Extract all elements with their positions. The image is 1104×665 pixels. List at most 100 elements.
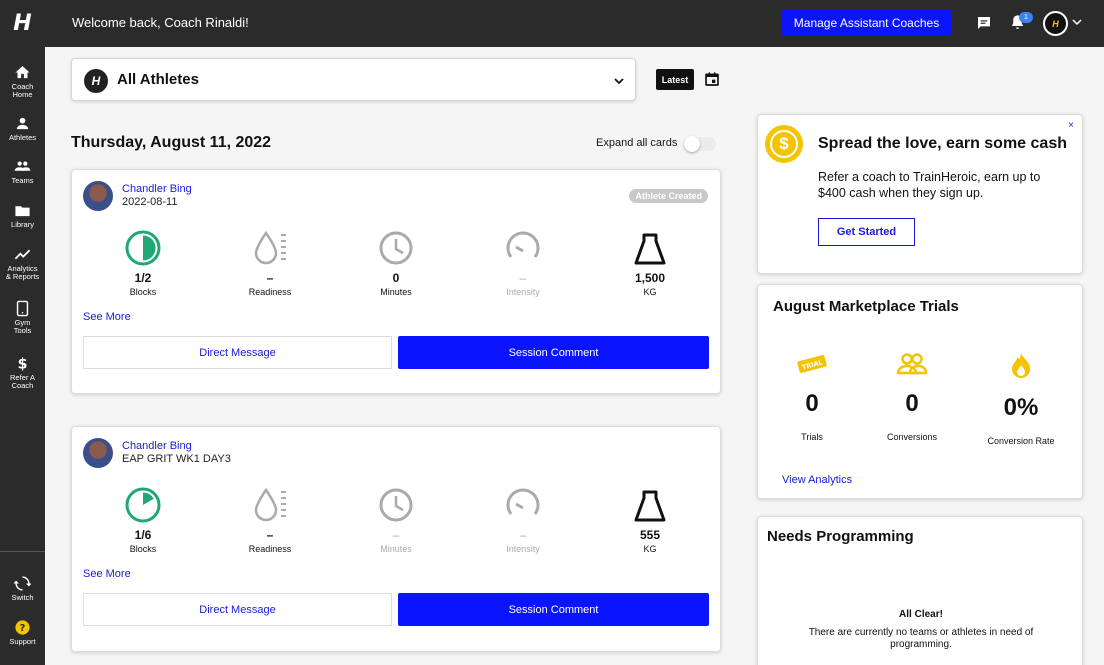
marketplace-title: August Marketplace Trials	[773, 298, 959, 315]
switch-icon	[14, 576, 31, 591]
promo-title: Spread the love, earn some cash	[818, 135, 1067, 152]
view-analytics-link[interactable]: View Analytics	[782, 474, 852, 486]
session-card: Chandler Bing 2022-08-11 Athlete Created…	[71, 169, 721, 394]
svg-text:$: $	[18, 356, 28, 372]
stat-trials: TRIAL 0 Trials	[762, 351, 862, 442]
sidebar-label: Athletes	[8, 133, 37, 142]
all-clear-heading: All Clear!	[899, 609, 943, 620]
top-bar: Welcome back, Coach Rinaldi! Manage Assi…	[45, 0, 1104, 47]
app-logo[interactable]: H	[0, 0, 45, 47]
metric-label: Intensity	[506, 287, 540, 297]
sidebar-item-library[interactable]: Library	[0, 202, 45, 229]
metric-label: Minutes	[380, 544, 412, 554]
sidebar-label: Analytics & Reports	[5, 264, 40, 281]
sidebar-item-refer-a-coach[interactable]: $ Refer A Coach	[0, 355, 45, 390]
metric-minutes: – Minutes	[356, 486, 436, 554]
session-subtitle: EAP GRIT WK1 DAY3	[122, 453, 231, 465]
needs-programming-card: Needs Programming All Clear! There are c…	[757, 516, 1083, 665]
dollar-icon: $	[18, 356, 28, 372]
gauge-icon	[506, 231, 540, 258]
get-started-button[interactable]: Get Started	[818, 218, 915, 246]
metric-label: Readiness	[248, 544, 292, 554]
metric-label: KG	[643, 544, 657, 554]
chevron-down-icon	[614, 78, 624, 85]
direct-message-button[interactable]: Direct Message	[83, 593, 392, 626]
athlete-name-link[interactable]: Chandler Bing	[122, 440, 192, 452]
metric-intensity: – Intensity	[483, 486, 563, 554]
metric-label: Intensity	[506, 544, 540, 554]
droplet-icon	[254, 230, 286, 265]
athlete-select[interactable]: H All Athletes	[71, 58, 636, 101]
chat-icon[interactable]	[976, 15, 992, 31]
manage-assistant-coaches-button[interactable]: Manage Assistant Coaches	[782, 10, 951, 36]
see-more-link[interactable]: See More	[83, 311, 131, 323]
expand-all-toggle[interactable]	[684, 136, 716, 152]
tablet-icon	[16, 300, 29, 317]
metric-label: Blocks	[129, 544, 157, 554]
person-icon	[16, 117, 29, 130]
metric-value: –	[519, 271, 527, 285]
metric-value: –	[392, 528, 400, 542]
metric-value: –	[266, 271, 274, 285]
clock-icon	[379, 231, 413, 265]
metric-volume: 1,500 KG	[610, 229, 690, 297]
latest-button[interactable]: Latest	[656, 69, 694, 90]
metric-value: –	[519, 528, 527, 542]
sidebar-item-support[interactable]: ? Support	[0, 619, 45, 646]
see-more-link[interactable]: See More	[83, 568, 131, 580]
chevron-down-icon[interactable]	[1071, 16, 1083, 28]
sidebar-item-teams[interactable]: Teams	[0, 158, 45, 185]
folder-icon	[15, 206, 30, 217]
ticket-icon: TRIAL	[797, 355, 827, 373]
sidebar-label: Gym Tools	[13, 318, 32, 335]
metric-label: KG	[643, 287, 657, 297]
needs-programming-title: Needs Programming	[767, 528, 914, 545]
sidebar-label: Switch	[11, 593, 34, 602]
sidebar-divider	[0, 551, 45, 552]
avatar[interactable]	[83, 181, 113, 211]
kettlebell-icon	[634, 490, 666, 522]
sidebar-item-gym-tools[interactable]: Gym Tools	[0, 300, 45, 335]
droplet-icon	[254, 487, 286, 522]
metric-label: Minutes	[380, 287, 412, 297]
status-badge: Athlete Created	[629, 189, 708, 203]
stat-value: 0%	[1003, 394, 1039, 421]
direct-message-button[interactable]: Direct Message	[83, 336, 392, 369]
sidebar-item-switch[interactable]: Switch	[0, 575, 45, 602]
close-icon[interactable]: ×	[1068, 120, 1074, 131]
metric-volume: 555 KG	[610, 486, 690, 554]
avatar[interactable]	[83, 438, 113, 468]
sidebar-item-athletes[interactable]: Athletes	[0, 115, 45, 142]
needs-programming-message: There are currently no teams or athletes…	[808, 627, 1034, 650]
gauge-icon	[506, 488, 540, 515]
expand-all-label: Expand all cards	[596, 137, 678, 149]
avatar-logo-text: H	[1052, 18, 1059, 29]
home-icon	[15, 66, 30, 79]
sidebar-item-coach-home[interactable]: Coach Home	[0, 64, 45, 99]
metric-readiness: – Readiness	[230, 486, 310, 554]
group-icon	[14, 161, 31, 171]
metric-blocks: 1/6 Blocks	[103, 486, 183, 554]
metric-blocks: 1/2 Blocks	[103, 229, 183, 297]
blocks-progress-icon	[125, 230, 161, 266]
metric-intensity: – Intensity	[483, 229, 563, 297]
metric-value: 1,500	[634, 271, 666, 285]
metric-value: –	[266, 528, 274, 542]
chart-icon	[14, 249, 31, 260]
metric-value: 1/6	[134, 528, 152, 542]
session-comment-button[interactable]: Session Comment	[398, 593, 709, 626]
session-comment-button[interactable]: Session Comment	[398, 336, 709, 369]
promo-body: Refer a coach to TrainHeroic, earn up to…	[818, 170, 1041, 200]
session-card: Chandler Bing EAP GRIT WK1 DAY3 1/6 Bloc…	[71, 426, 721, 652]
referral-promo-card: $ × Spread the love, earn some cash Refe…	[757, 114, 1083, 274]
sidebar-label: Support	[9, 637, 36, 646]
calendar-icon[interactable]	[704, 71, 720, 87]
marketplace-trials-card: August Marketplace Trials TRIAL 0 Trials…	[757, 284, 1083, 499]
sidebar-label: Teams	[11, 176, 34, 185]
sidebar-label: Coach Home	[11, 82, 34, 99]
metric-readiness: – Readiness	[230, 229, 310, 297]
sidebar-item-analytics[interactable]: Analytics & Reports	[0, 246, 45, 281]
athlete-name-link[interactable]: Chandler Bing	[122, 183, 192, 195]
metric-value: 1/2	[134, 271, 152, 285]
user-avatar[interactable]: H	[1043, 11, 1068, 36]
